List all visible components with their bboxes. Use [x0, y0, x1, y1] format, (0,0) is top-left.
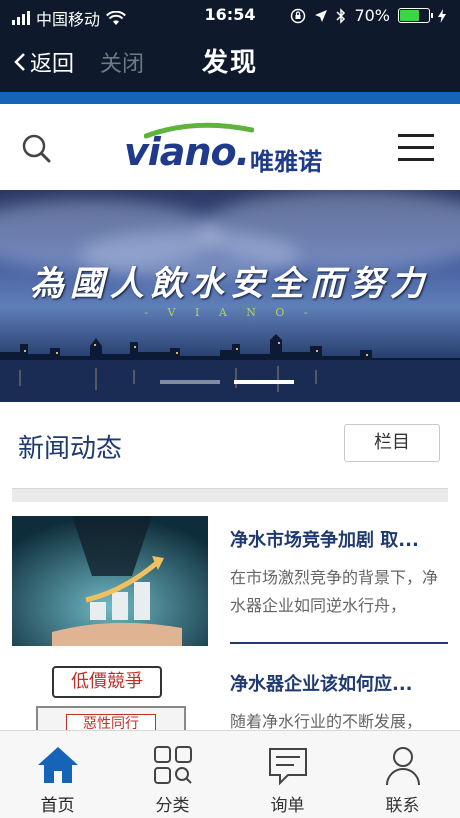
hero-banner[interactable]: 為國人飲水安全而努力 - V I A N O - — [0, 190, 460, 402]
tab-label: 首页 — [40, 796, 75, 816]
banner-subtitle: - V I A N O - — [144, 306, 316, 319]
battery-icon — [398, 8, 433, 23]
orientation-lock-icon — [291, 8, 306, 23]
brand-name-cn: 唯雅诺 — [250, 148, 322, 176]
navigation-bar: 返回 关闭 发现 — [0, 30, 460, 104]
banner-slogan: 為國人飲水安全而努力 — [30, 264, 430, 304]
page-title: 发现 — [201, 48, 258, 78]
tab-inquiry[interactable]: 询单 — [230, 731, 345, 818]
tab-contact[interactable]: 联系 — [345, 731, 460, 818]
tab-category[interactable]: 分类 — [115, 731, 230, 818]
chat-bubble-icon — [268, 748, 307, 786]
bottom-tab-bar: 首页 分类 询单 联系 — [0, 730, 460, 818]
news-article[interactable]: 净水市场竞争加剧 取... 在市场激烈竞争的背景下，净水器企业如同逆水行舟， — [12, 516, 448, 646]
search-icon[interactable] — [20, 132, 54, 166]
category-grid-icon — [153, 746, 192, 784]
tab-label: 分类 — [155, 796, 190, 816]
growth-chart-hand-image — [12, 516, 208, 646]
location-icon — [315, 9, 328, 22]
city-skyline-image — [0, 334, 460, 402]
article-rule — [230, 642, 448, 644]
hamburger-menu-icon[interactable] — [398, 134, 434, 162]
article-summary: 在市场激烈竞争的背景下，净水器企业如同逆水行舟， — [230, 568, 439, 615]
status-bar: 中国移动 16:54 70% — [0, 0, 460, 30]
article-headline: 净水市场竞争加剧 取... — [230, 530, 419, 551]
brand-name: viano. — [124, 130, 250, 174]
site-header: viano. 唯雅诺 — [0, 104, 460, 190]
person-icon — [385, 747, 420, 786]
section-title: 新闻动态 — [18, 434, 123, 464]
nav-accent-bar — [0, 92, 460, 104]
bluetooth-icon — [336, 7, 346, 24]
battery-percent: 70% — [354, 6, 390, 25]
status-indicators: 70% — [290, 6, 446, 25]
tab-label: 联系 — [385, 796, 420, 816]
tab-label: 询单 — [270, 796, 305, 816]
section-divider — [12, 488, 448, 502]
brand-logo[interactable]: viano. 唯雅诺 — [124, 122, 339, 176]
banner-dot[interactable] — [160, 380, 220, 384]
banner-pagination[interactable] — [160, 380, 294, 384]
thumb-sign-text: 低價競爭 — [52, 666, 162, 698]
home-icon — [37, 747, 78, 783]
charging-icon — [438, 8, 446, 23]
banner-dot[interactable] — [234, 380, 294, 384]
column-button[interactable]: 栏目 — [344, 424, 440, 462]
news-section-header: 新闻动态 栏目 — [0, 402, 460, 490]
article-headline: 净水器企业该如何应... — [230, 674, 413, 695]
tab-home[interactable]: 首页 — [0, 731, 115, 818]
